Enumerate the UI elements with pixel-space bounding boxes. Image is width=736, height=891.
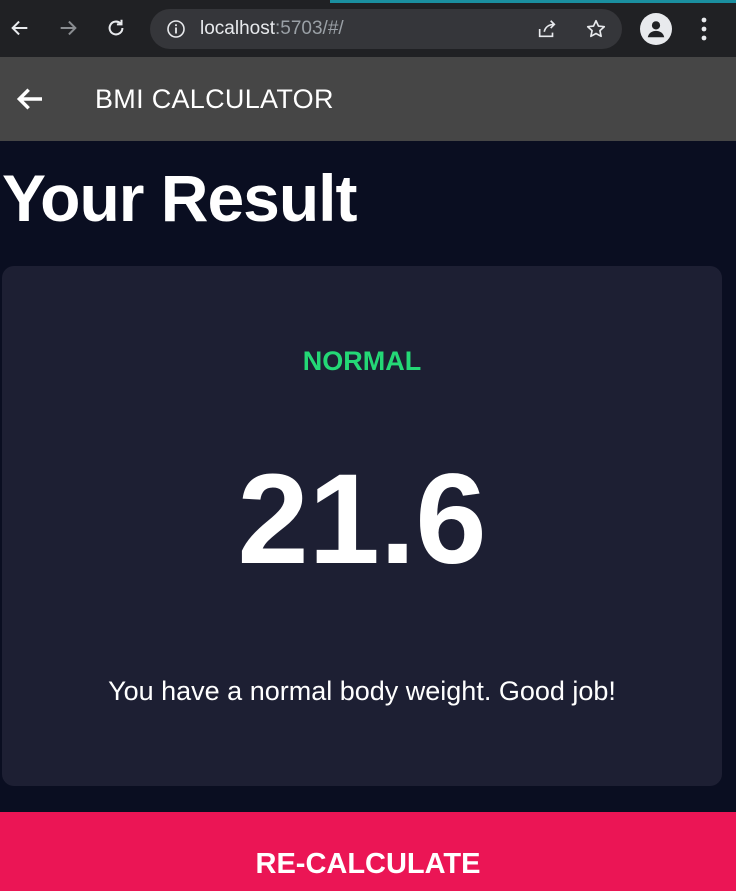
recalculate-button[interactable]: RE-CALCULATE: [0, 812, 736, 891]
share-icon[interactable]: [536, 18, 558, 40]
address-url[interactable]: localhost:5703/#/: [200, 18, 344, 40]
arrow-right-icon: [60, 20, 77, 36]
browser-toolbar: localhost:5703/#/: [0, 0, 736, 57]
browser-back-button[interactable]: [4, 12, 36, 44]
address-bar[interactable]: localhost:5703/#/: [150, 9, 622, 49]
page-title: Your Result: [2, 161, 357, 235]
tab-strip-accent: [330, 0, 736, 3]
info-icon[interactable]: [166, 19, 186, 39]
bmi-value: 21.6: [237, 448, 487, 591]
profile-icon: [647, 21, 665, 38]
result-message: You have a normal body weight. Good job!: [108, 676, 616, 706]
result-card: NORMAL 21.6 You have a normal body weigh…: [2, 266, 722, 786]
browser-reload-button[interactable]: [100, 12, 132, 44]
result-status: NORMAL: [302, 346, 422, 376]
url-path: :5703/#/: [275, 18, 344, 39]
back-arrow-icon[interactable]: [14, 83, 46, 115]
url-host: localhost: [200, 18, 275, 39]
more-vert-icon[interactable]: [692, 14, 716, 44]
profile-button[interactable]: [640, 13, 672, 45]
recalculate-label: RE-CALCULATE: [255, 848, 481, 880]
app-bar-title: BMI CALCULATOR: [95, 84, 334, 114]
browser-forward-button[interactable]: [52, 12, 84, 44]
arrow-left-icon: [11, 20, 28, 36]
app-bar: BMI CALCULATOR: [0, 57, 736, 141]
star-icon[interactable]: [585, 18, 607, 40]
reload-icon: [108, 19, 124, 36]
